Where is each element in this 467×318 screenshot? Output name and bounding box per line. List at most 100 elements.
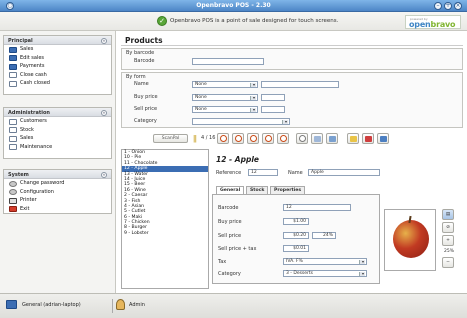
sell-operator-select[interactable]: None [192,106,258,113]
window-titlebar: ○ Openbravo POS - 2.30 – + × [0,0,467,12]
sell-price-label: Sell price [134,106,158,112]
next-icon [265,135,272,142]
sidebar-item-edit-sales[interactable]: Edit sales [4,54,111,63]
sidebar-item-sales-report[interactable]: Sales [4,134,111,143]
buy-operator-select[interactable]: None [192,94,258,101]
product-heading: 12 - Apple [216,155,259,164]
barcode-filter-input[interactable] [192,58,264,65]
product-list[interactable]: 1 - Onion 10 - Pie 11 - Chocolate 12 - A… [121,149,209,289]
sidebar-item-exit[interactable]: Exit [4,205,111,214]
search-icon [314,136,321,142]
toolbar: ScanPal ǁ 4 / 16 [121,132,463,146]
tab-properties[interactable]: Properties [270,186,306,194]
save-button[interactable] [377,133,389,144]
sidebar-item-cash-closed[interactable]: Cash closed [4,79,111,88]
name-filter-input[interactable] [261,81,339,88]
sell-price-input[interactable]: $0.20 [283,232,309,239]
reload-button[interactable] [296,133,308,144]
panel-title: System [8,172,29,178]
reference-input[interactable]: 12 [248,169,278,176]
sell-price-tax-input[interactable]: $0.01 [283,245,309,252]
category-filter-select[interactable] [192,118,290,125]
page-title: Products [125,36,163,45]
name-operator-select[interactable]: None [192,81,258,88]
printer-icon [9,197,17,204]
sort-button[interactable] [326,133,338,144]
category-label: Category [218,271,241,277]
barcode-input[interactable]: 12 [283,204,351,211]
last-record-button[interactable] [277,133,289,144]
barcode-label: Barcode [218,205,239,211]
sidebar-item-sales[interactable]: Sales [4,45,111,54]
minimize-icon[interactable]: – [434,2,442,10]
divider [121,45,463,46]
zoom-out-icon[interactable]: − [442,257,454,268]
sidebar-item-payments[interactable]: Payments [4,62,111,71]
sidebar-item-close-cash[interactable]: Close cash [4,71,111,80]
cash-closed-icon [9,80,17,87]
sell-price-filter-input[interactable] [261,106,285,113]
barcode-label: Barcode [134,58,155,64]
computer-icon [6,300,17,309]
panel-system: System « Change password Configuration Pr… [3,169,112,214]
delete-button[interactable] [362,133,374,144]
panel-title: Principal [8,38,33,44]
openbravo-logo: powered by openbravo [405,15,461,29]
next-record-button[interactable] [262,133,274,144]
open-image-button[interactable]: ▤ [442,209,454,220]
scanpal-button[interactable]: ScanPal [153,134,188,143]
sidebar-item-configuration[interactable]: Configuration [4,188,111,197]
filter-by-form: By form Name None Buy price None Sell pr… [121,72,463,128]
product-detail: 12 - Apple Reference 12 Name Apple Gener… [212,149,462,289]
banner-message: Openbravo POS is a point of sale designe… [170,18,339,24]
previous-record-button[interactable] [232,133,244,144]
product-image [384,209,436,271]
user-icon [116,299,125,310]
sidebar-item-customers[interactable]: Customers [4,117,111,126]
check-icon: ✓ [157,16,167,26]
tab-stock[interactable]: Stock [246,186,269,194]
customers-icon [9,118,17,125]
panel-administration: Administration « Customers Stock Sales Ma… [3,107,112,159]
payments-icon [9,63,17,70]
margin-input[interactable]: 24% [312,232,336,239]
first-record-button[interactable] [217,133,229,144]
close-icon[interactable]: × [454,2,462,10]
close-cash-icon [9,72,17,78]
buy-price-filter-input[interactable] [261,94,285,101]
lock-icon: ǁ [193,134,197,143]
list-item[interactable]: 9 - Lobster [122,231,208,236]
category-select[interactable]: 3 - Desserts [283,270,367,277]
name-label: Name [134,81,149,87]
name-label: Name [288,170,303,176]
sidebar-item-printer[interactable]: Printer [4,196,111,205]
search-button[interactable] [311,133,323,144]
filter-by-barcode: By barcode Barcode [121,48,463,70]
tax-select[interactable]: IVA. F% [283,258,367,265]
sidebar-item-maintenance[interactable]: Maintenance [4,143,111,152]
name-input[interactable]: Apple [308,169,380,176]
zoom-in-icon[interactable]: + [442,235,454,246]
message-banner: ✓ Openbravo POS is a point of sale desig… [0,12,467,31]
maximize-icon[interactable]: + [444,2,452,10]
sidebar-item-stock[interactable]: Stock [4,126,111,135]
previous-icon [235,135,242,142]
sell-price-tax-label: Sell price + tax [218,246,257,252]
new-button[interactable] [347,133,359,144]
configuration-icon [9,189,17,195]
general-tab-panel: Barcode 12 Buy price $1.00 Sell price $0… [212,194,380,284]
reference-label: Reference [216,170,242,176]
buy-price-input[interactable]: $1.00 [283,218,309,225]
collapse-icon[interactable]: « [101,37,107,44]
collapse-icon[interactable]: « [101,109,107,116]
sidebar-item-change-password[interactable]: Change password [4,179,111,188]
edit-sales-icon [9,55,17,61]
panel-principal: Principal « Sales Edit sales Payments Clo… [3,35,112,95]
window-title: Openbravo POS - 2.30 [196,2,271,9]
collapse-icon[interactable]: « [101,171,107,178]
section-label: By form [126,74,146,80]
new-icon [350,136,357,142]
refresh-button[interactable] [247,133,259,144]
remove-image-button[interactable]: ⊘ [442,222,454,233]
sidebar: Principal « Sales Edit sales Payments Clo… [0,31,116,293]
